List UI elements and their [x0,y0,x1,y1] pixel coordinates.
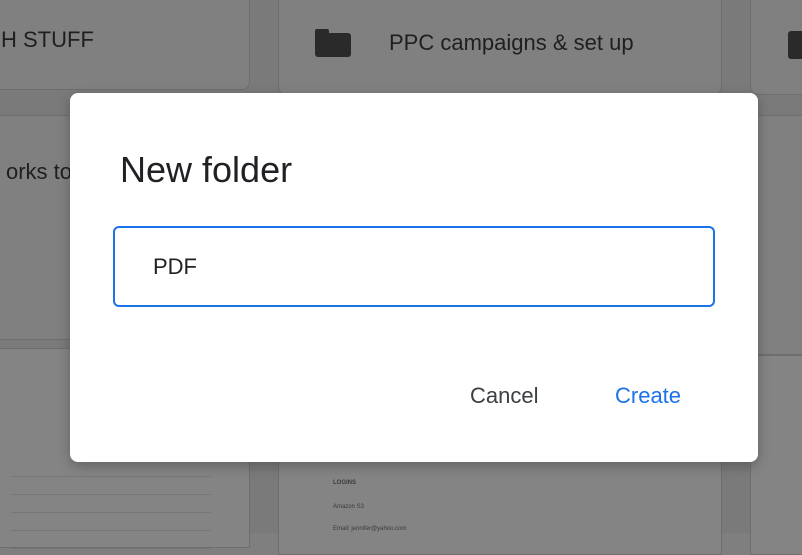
doc-preview-line: Email: jennifer@yahoo.com [333,526,407,532]
file-title-partial: orks to [6,159,73,184]
dialog-title: New folder [120,149,293,190]
folder-name-input[interactable] [113,226,715,307]
folder-card-stuff[interactable]: H STUFF [0,0,250,90]
folder-label: PPC campaigns & set up [389,29,634,55]
folder-card-ppc[interactable]: PPC campaigns & set up [278,0,722,95]
new-folder-dialog: New folder Cancel Create [70,93,758,462]
folder-label: H STUFF [1,27,94,52]
cancel-button[interactable]: Cancel [470,376,538,416]
folder-icon [315,28,351,57]
create-button[interactable]: Create [615,376,681,416]
doc-preview-line: Amazon S3 [333,504,365,510]
sheet-grid-lines [11,459,211,549]
folder-icon [788,31,802,59]
doc-preview-heading: LOGINS [333,480,357,486]
